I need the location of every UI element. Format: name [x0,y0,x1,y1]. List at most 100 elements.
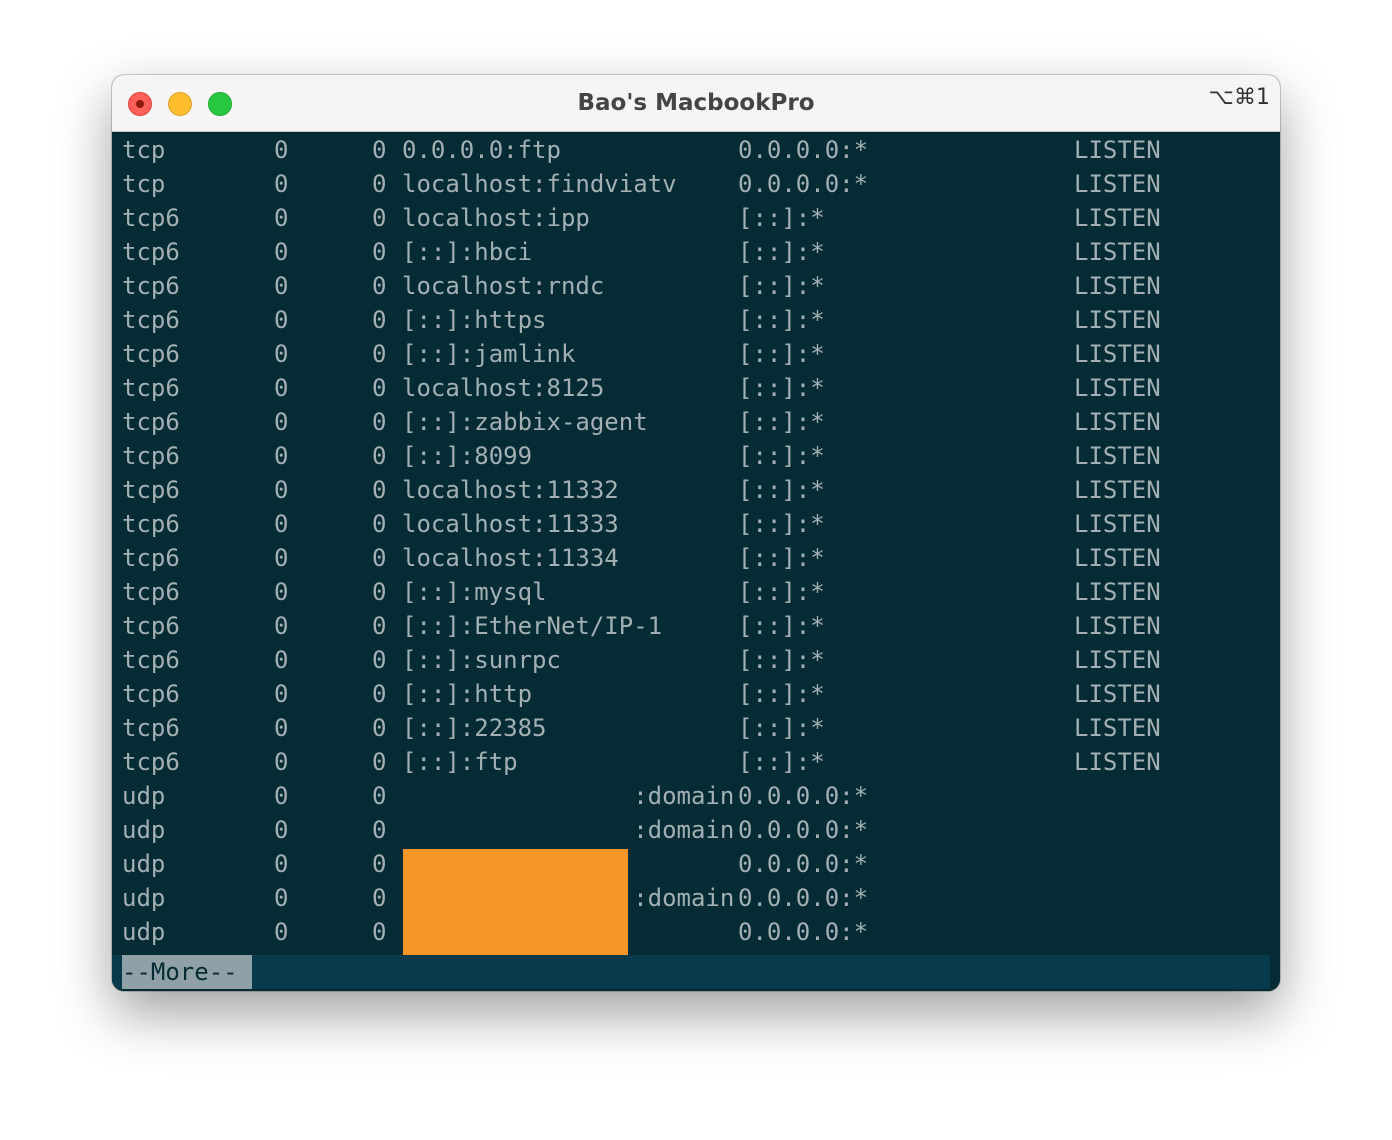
terminal-window: Bao's MacbookPro ⌥⌘1 tcp 0 0 0.0.0.0:ftp 0.0… [112,75,1280,991]
state-cell: LISTEN [1074,374,1161,402]
state-cell: LISTEN [1074,272,1161,300]
output-line: udp000.0.0.0:bootps0.0.0.0:* [112,915,1280,949]
foreign-address-cell: [::]:* [738,510,825,538]
foreign-address-cell: 0.0.0.0:* [738,884,869,912]
state-cell: LISTEN [1074,748,1161,776]
state-cell: LISTEN [1074,204,1161,232]
local-address-cell: 0.0.0.0:ftp [402,136,561,164]
output-line: tcp 0 0 localhost:findviatv 0.0.0.0:* LISTEN [112,167,1280,201]
send-q-cell: 0 [372,306,387,334]
protocol-cell: tcp6 [122,442,180,470]
output-line: tcp6 0 0 [::]:zabbix-agent [::]:* LISTEN [112,405,1280,439]
local-address-cell: [::]:mysql [402,578,547,606]
local-address-cell: [::]:22385 [402,714,547,742]
state-cell: LISTEN [1074,714,1161,742]
foreign-address-cell: 0.0.0.0:* [738,782,869,810]
foreign-address-cell: [::]:* [738,714,825,742]
recv-q-cell: 0 [274,374,289,402]
more-prompt[interactable]: --More-- [122,955,252,989]
recv-q-cell: 0 [274,578,289,606]
state-cell: LISTEN [1074,544,1161,572]
local-address-cell: localhost:findviatv [402,170,677,198]
local-address-cell: [::]:zabbix-agent [402,408,648,436]
recv-q-cell: 0 [274,510,289,538]
recv-q-cell: 0 [274,136,289,164]
output-line: tcp6 0 0 [::]:EtherNet/IP-1 [::]:* LISTEN [112,609,1280,643]
local-address-cell: localhost:11332 [402,476,619,504]
recv-q-cell: 0 [274,850,289,878]
local-address-cell: localhost:8125 [402,374,605,402]
protocol-cell: tcp6 [122,544,180,572]
output-line: tcp6 0 0 [::]:mysql [::]:* LISTEN [112,575,1280,609]
local-address-cell: :domain [402,782,735,810]
protocol-cell: tcp6 [122,680,180,708]
recv-q-cell: 0 [274,272,289,300]
output-line: udp 0 0 :domain 0.0.0.0:* [112,779,1280,813]
send-q-cell: 0 [372,510,387,538]
foreign-address-cell: [::]:* [738,578,825,606]
recv-q-cell: 0 [274,340,289,368]
state-cell: LISTEN [1074,408,1161,436]
local-address-cell: [::]:hbci [402,238,533,266]
recv-q-cell: 0 [274,646,289,674]
local-address-cell: [::]:EtherNet/IP-1 [402,612,663,640]
state-cell: LISTEN [1074,238,1161,266]
output-line: tcp6 0 0 [::]:22385 [::]:* LISTEN [112,711,1280,745]
output-line: tcp6 0 0 [::]:jamlink [::]:* LISTEN [112,337,1280,371]
state-cell: LISTEN [1074,578,1161,606]
output-line: udp 0 0 0.0.0.0:* [112,847,1280,881]
recv-q-cell: 0 [274,306,289,334]
state-cell: LISTEN [1074,646,1161,674]
output-line: tcp6 0 0 localhost:rndc [::]:* LISTEN [112,269,1280,303]
protocol-cell: tcp6 [122,408,180,436]
title-bar[interactable]: Bao's MacbookPro ⌥⌘1 [112,75,1280,132]
recv-q-cell: 0 [274,204,289,232]
send-q-cell: 0 [372,204,387,232]
local-address-cell: localhost:11333 [402,510,619,538]
send-q-cell: 0 [372,476,387,504]
foreign-address-cell: [::]:* [738,272,825,300]
scrollbar[interactable] [1270,133,1280,989]
send-q-cell: 0 [372,238,387,266]
window-shortcut: ⌥⌘1 [1208,85,1270,110]
send-q-cell: 0 [372,884,387,912]
foreign-address-cell: [::]:* [738,612,825,640]
recv-q-cell: 0 [274,238,289,266]
foreign-address-cell: 0.0.0.0:* [738,918,869,946]
foreign-address-cell: [::]:* [738,238,825,266]
state-cell: LISTEN [1074,442,1161,470]
protocol-cell: tcp [122,136,166,164]
protocol-cell: tcp6 [122,612,180,640]
output-line: tcp6 0 0 localhost:11332 [::]:* LISTEN [112,473,1280,507]
recv-q-cell: 0 [274,170,289,198]
state-cell: LISTEN [1074,612,1161,640]
recv-q-cell: 0 [274,680,289,708]
local-address-cell: localhost:rndc [402,272,605,300]
protocol-cell: tcp6 [122,374,180,402]
local-address-cell: [::]:8099 [402,442,533,470]
send-q-cell: 0 [372,612,387,640]
recv-q-cell: 0 [274,884,289,912]
state-cell: LISTEN [1074,136,1161,164]
foreign-address-cell: [::]:* [738,476,825,504]
foreign-address-cell: 0.0.0.0:* [738,816,869,844]
terminal-output[interactable]: tcp 0 0 0.0.0.0:ftp 0.0.0.0:* LISTEN tcp 0 0 loca… [112,133,1280,991]
send-q-cell: 0 [372,782,387,810]
state-cell: LISTEN [1074,170,1161,198]
foreign-address-cell: 0.0.0.0:* [738,850,869,878]
send-q-cell: 0 [372,816,387,844]
output-line: tcp6 0 0 [::]:hbci [::]:* LISTEN [112,235,1280,269]
protocol-cell: tcp [122,170,166,198]
protocol-cell: tcp6 [122,272,180,300]
recv-q-cell: 0 [274,782,289,810]
recv-q-cell: 0 [274,816,289,844]
state-cell: LISTEN [1074,476,1161,504]
local-address-cell: [::]:http [402,680,533,708]
output-line: tcp6 0 0 [::]:http [::]:* LISTEN [112,677,1280,711]
state-cell: LISTEN [1074,340,1161,368]
output-line: tcp6 0 0 [::]:https [::]:* LISTEN [112,303,1280,337]
local-address-cell: :domain [402,816,735,844]
send-q-cell: 0 [372,850,387,878]
foreign-address-cell: [::]:* [738,544,825,572]
foreign-address-cell: [::]:* [738,680,825,708]
